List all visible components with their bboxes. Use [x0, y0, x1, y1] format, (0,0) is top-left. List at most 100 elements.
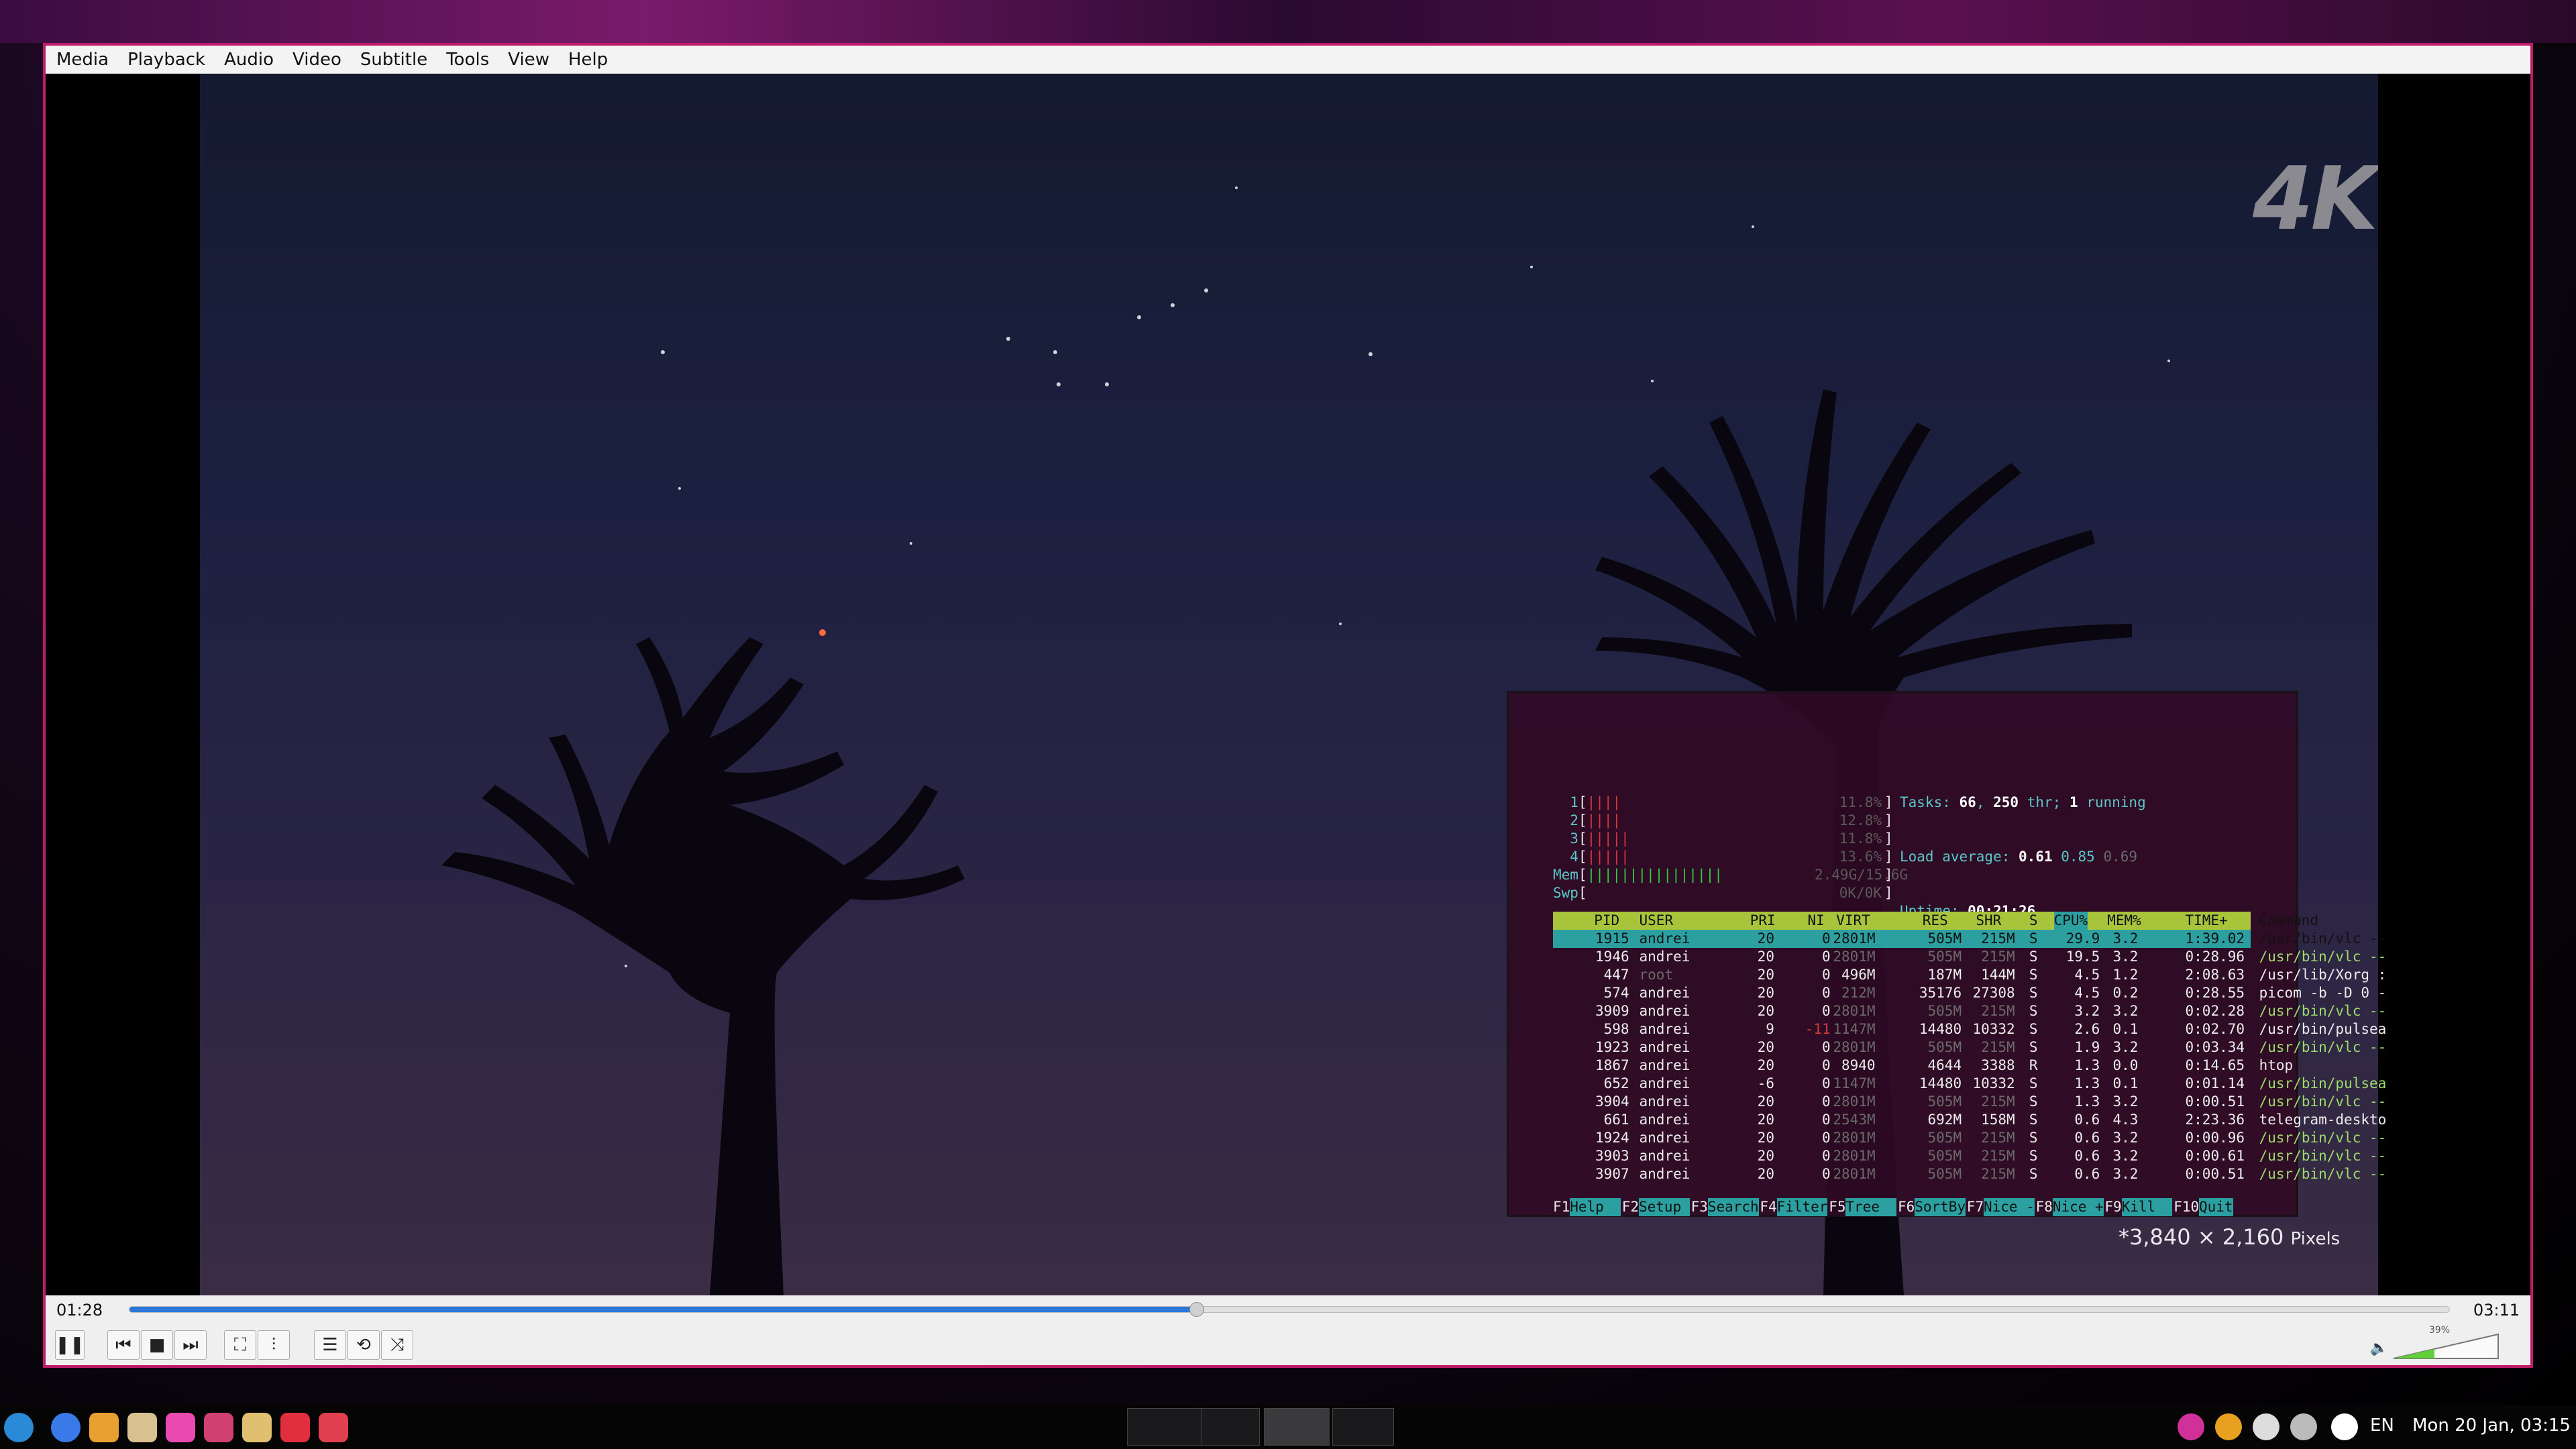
loop-button[interactable]: ⟲ [347, 1330, 380, 1360]
calculator-icon[interactable] [127, 1413, 157, 1442]
extended-settings-button[interactable]: ⫶ [258, 1330, 290, 1360]
function-key-label[interactable]: Nice - [1984, 1198, 2035, 1216]
meter-label: Mem [1553, 867, 1578, 883]
app-icon[interactable] [280, 1413, 310, 1442]
playlist-button[interactable]: ☰ [314, 1330, 346, 1360]
menu-subtitle[interactable]: Subtitle [360, 50, 427, 70]
app-icon[interactable] [204, 1413, 233, 1442]
pause-button[interactable]: ❚❚ [55, 1330, 85, 1360]
cell: 2801M [1833, 949, 1876, 965]
volume-tray-icon[interactable] [2290, 1413, 2317, 1440]
video-area[interactable]: 4K *3,840 × 2,160 Pixels 1[|||| 11.8%] 2[… [46, 74, 2530, 1295]
cell: 0.1 [2112, 1021, 2139, 1037]
menu-audio[interactable]: Audio [224, 50, 274, 70]
function-key-label[interactable]: Tree [1845, 1198, 1897, 1216]
process-row[interactable]: 3907 andrei 20 0 2801M 505M 215M S 0.6 3.2 0:00.51… [1553, 1165, 2386, 1183]
function-key-label[interactable]: Search [1707, 1198, 1759, 1216]
cell: 215M [1981, 930, 2015, 947]
app-icon[interactable] [166, 1413, 195, 1442]
process-row[interactable]: 3903 andrei 20 0 2801M 505M 215M S 0.6 3.2 0:00.61… [1553, 1147, 2386, 1165]
app-icon[interactable] [242, 1413, 272, 1442]
cell: andrei [1639, 1130, 1690, 1146]
speaker-icon[interactable]: 🔈 [2370, 1340, 2388, 1356]
meter-bracket: [ [1578, 885, 1587, 901]
cell: -6 [1757, 1075, 1774, 1091]
cell: 2:23.36 [2185, 1112, 2245, 1128]
column-header: RES [1922, 912, 1948, 928]
cell: S [2029, 1166, 2038, 1182]
process-row[interactable]: 1923 andrei 20 0 2801M 505M 215M S 1.9 3.2 0:03.34… [1553, 1038, 2386, 1057]
tray-app-icon[interactable] [2178, 1413, 2204, 1440]
shuffle-button[interactable]: ⤨ [381, 1330, 413, 1360]
telegram-icon[interactable] [2253, 1413, 2279, 1440]
menu-view[interactable]: View [508, 50, 549, 70]
meter-value: 11.8% [1839, 830, 1882, 847]
htop-overlay: 1[|||| 11.8%] 2[|||| 12.8%] 3[||||| 11.8%] … [1507, 691, 2387, 1217]
function-key: F10 [2174, 1199, 2200, 1215]
task-button-terminal[interactable] [1332, 1408, 1394, 1446]
cell: 14480 [1919, 1075, 1962, 1091]
seek-bar[interactable] [129, 1302, 2450, 1317]
next-button[interactable]: ⏭ [174, 1330, 207, 1360]
start-menu-icon[interactable] [4, 1413, 34, 1442]
process-row[interactable]: 1924 andrei 20 0 2801M 505M 215M S 0.6 3.2 0:00.96… [1553, 1129, 2386, 1147]
process-row[interactable]: 1946 andrei 20 0 2801M 505M 215M S 19.5 3.2 0:28.9… [1553, 948, 2386, 966]
process-row[interactable]: 661 andrei 20 0 2543M 692M 158M S 0.6 4.3 2:23.36 t… [1553, 1111, 2387, 1129]
tray-app-icon[interactable] [2215, 1413, 2242, 1440]
menu-help[interactable]: Help [568, 50, 608, 70]
cell: 4.5 [2074, 967, 2100, 983]
task-button-vlc[interactable] [1264, 1408, 1330, 1446]
chromium-icon[interactable] [51, 1413, 80, 1442]
function-key-label[interactable]: Nice + [2052, 1198, 2104, 1216]
process-row[interactable]: 447 root 20 0 496M 187M 144M S 4.5 1.2 2:08.63/usr… [1553, 966, 2387, 984]
watermark-logo: 4K [2253, 148, 2378, 250]
task-button-browser[interactable] [1127, 1408, 1208, 1446]
cell: 447 [1603, 967, 1629, 983]
meter-bars: |||| [1587, 794, 1621, 810]
cell: 20 [1757, 967, 1774, 983]
function-key-label[interactable]: SortBy [1915, 1198, 1966, 1216]
volume-slider[interactable] [2392, 1332, 2500, 1361]
menu-video[interactable]: Video [292, 50, 341, 70]
stop-button[interactable]: ■ [141, 1330, 173, 1360]
cell: 0:00.96 [2185, 1130, 2245, 1146]
cell: S [2029, 1130, 2038, 1146]
process-row[interactable]: 1915 andrei 20 0 2801M 505M 215M S 29.9 3.2 1:39.0… [1553, 930, 2386, 948]
cell: 1147M [1833, 1075, 1876, 1091]
meter-bracket: [ [1578, 830, 1587, 847]
function-key-label[interactable]: Quit [2199, 1198, 2233, 1216]
fullscreen-button[interactable]: ⛶ [224, 1330, 256, 1360]
cell: /usr/bin/vlc -- [2259, 1148, 2387, 1164]
menu-media[interactable]: Media [56, 50, 109, 70]
function-key-label[interactable]: Help [1570, 1198, 1621, 1216]
cell: 8940 [1841, 1057, 1876, 1073]
previous-button[interactable]: ⏮ [107, 1330, 140, 1360]
cell: andrei [1639, 1039, 1690, 1055]
process-row[interactable]: 598 andrei 9 -11 1147M 14480 10332 S 2.6 0.1 0:02.… [1553, 1020, 2387, 1038]
cell: S [2029, 985, 2038, 1001]
cell: 2801M [1833, 1003, 1876, 1019]
files-icon[interactable] [89, 1413, 119, 1442]
control-bar: 01:28 03:11 ❚❚ ⏮ ■ ⏭ ⛶ ⫶ ☰ ⟲ ⤨ 🔈 39% [46, 1295, 2530, 1365]
process-row[interactable]: 3909 andrei 20 0 2801M 505M 215M S 3.2 3.2 0:02.28… [1553, 1002, 2386, 1020]
process-row[interactable]: 574 andrei 20 0 212M 35176 27308 S 4.5 0.2 0:28.55… [1553, 984, 2387, 1002]
cell: 4.3 [2112, 1112, 2139, 1128]
function-key-label[interactable]: Setup [1639, 1198, 1690, 1216]
cell: /usr/bin/vlc -- [2259, 1093, 2387, 1110]
process-row[interactable]: 3904 andrei 20 0 2801M 505M 215M S 1.3 3.2 0:00.51… [1553, 1093, 2386, 1111]
keyboard-layout[interactable]: EN [2370, 1415, 2394, 1436]
app-icon[interactable] [319, 1413, 348, 1442]
process-table-header[interactable]: PID USER PRI NI VIRT RES SHR S CPU% MEM% TIME+ Comm… [1553, 912, 2318, 930]
task-button-app[interactable] [1201, 1408, 1260, 1446]
cell: S [2029, 930, 2038, 947]
seek-handle[interactable] [1189, 1302, 1204, 1317]
notification-bell-icon[interactable] [2331, 1413, 2358, 1440]
function-key-label[interactable]: Kill [2121, 1198, 2173, 1216]
menu-tools[interactable]: Tools [446, 50, 489, 70]
menu-playback[interactable]: Playback [127, 50, 205, 70]
process-row[interactable]: 1867 andrei 20 0 8940 4644 3388 R 1.3 0.0 0:14.65 h… [1553, 1057, 2293, 1075]
process-row[interactable]: 652 andrei -6 0 1147M 14480 10332 S 1.3 0.1 0:01.1… [1553, 1075, 2387, 1093]
clock[interactable]: Mon 20 Jan, 03:15 [2412, 1415, 2571, 1436]
cell: 0:00.61 [2185, 1148, 2245, 1164]
function-key-label[interactable]: Filter [1776, 1198, 1828, 1216]
